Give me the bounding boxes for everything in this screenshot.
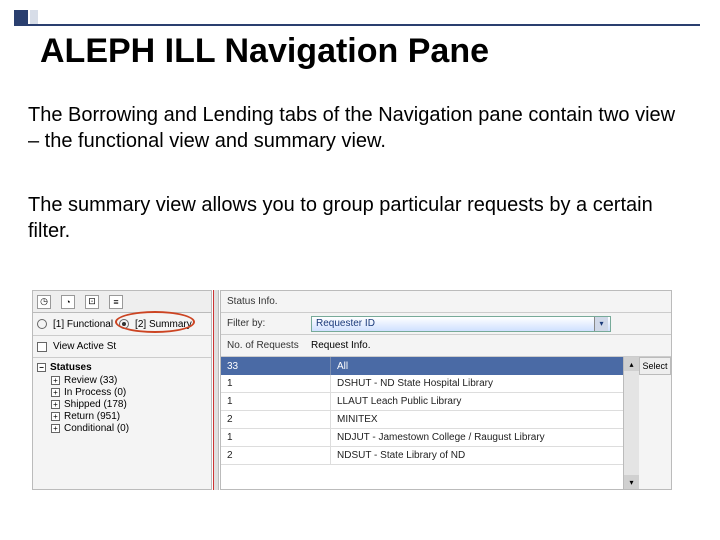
grid-header-a-outer: No. of Requests [221,340,311,351]
page-title: ALEPH ILL Navigation Pane [40,32,489,71]
scrollbar[interactable]: ▴ ▾ [623,357,639,489]
nav-icon-2[interactable]: ◔ [61,295,75,309]
results-grid: 33 All 1DSHUT - ND State Hospital Librar… [221,357,623,489]
cell-count: 2 [221,411,331,428]
tree-root-label: Statuses [50,362,92,373]
scroll-down-icon[interactable]: ▾ [624,475,639,489]
tree-item: + Conditional (0) [37,423,207,434]
tree-expand-icon[interactable]: + [51,424,60,433]
nav-icon-3[interactable]: ⊡ [85,295,99,309]
pane-divider[interactable] [213,290,219,490]
slide-rule [14,24,700,26]
cell-info: DSHUT - ND State Hospital Library [331,375,623,392]
cell-count: 1 [221,429,331,446]
tree-collapse-icon[interactable]: − [37,363,46,372]
tree-item-label[interactable]: Conditional (0) [64,423,129,434]
tree-expand-icon[interactable]: + [51,376,60,385]
view-mode-row: [1] Functional [2] Summary [33,313,211,335]
tree-item: + Return (951) [37,411,207,422]
cell-count: 2 [221,447,331,464]
radio-functional-label: [1] Functional [53,319,113,330]
radio-summary[interactable] [119,319,129,329]
cell-info: NDSUT - State Library of ND [331,447,623,464]
scroll-up-icon[interactable]: ▴ [624,357,639,371]
cell-count: 1 [221,375,331,392]
tree-item-label[interactable]: In Process (0) [64,387,126,398]
tree-item-label[interactable]: Return (951) [64,411,120,422]
filter-dropdown-value: Requester ID [316,318,375,329]
slide-accent-square [14,10,28,24]
table-row[interactable]: 1NDJUT - Jamestown College / Raugust Lib… [221,429,623,447]
view-active-row: View Active St [33,335,211,357]
tree-expand-icon[interactable]: + [51,400,60,409]
chevron-down-icon: ▾ [594,317,608,331]
radio-functional[interactable] [37,319,47,329]
grid-header-info: All [331,357,623,375]
filter-by-label: Filter by: [221,318,311,329]
status-tree: − Statuses +Review (33) +In Process (0) … [33,357,211,439]
nav-icon-strip: ◷ ◔ ⊡ ≡ [33,291,211,313]
view-active-label: View Active St [53,341,116,352]
cell-count: 1 [221,393,331,410]
table-row[interactable]: 1LLAUT Leach Public Library [221,393,623,411]
cell-info: MINITEX [331,411,623,428]
select-button[interactable]: Select [639,357,671,375]
tree-expand-icon[interactable]: + [51,412,60,421]
nav-pane: ◷ ◔ ⊡ ≡ [1] Functional [2] Summary View … [32,290,212,490]
table-row[interactable]: 1DSHUT - ND State Hospital Library [221,375,623,393]
tree-item: + In Process (0) [37,387,207,398]
grid-header-row: 33 All [221,357,623,375]
filter-dropdown[interactable]: Requester ID ▾ [311,316,611,332]
tree-item: + Shipped (178) [37,399,207,410]
cell-info: LLAUT Leach Public Library [331,393,623,410]
slide-accent-bar [30,10,38,24]
tree-item: + Review (33) [37,375,207,386]
intro-paragraph-2: The summary view allows you to group par… [28,192,690,244]
nav-icon-4[interactable]: ≡ [109,295,123,309]
table-row[interactable]: 2MINITEX [221,411,623,429]
tree-item-label[interactable]: Shipped (178) [64,399,127,410]
intro-paragraph-1: The Borrowing and Lending tabs of the Na… [28,102,690,154]
status-info-label: Status Info. [221,296,311,307]
tree-expand-icon[interactable]: + [51,388,60,397]
content-pane: Status Info. Filter by: Requester ID ▾ N… [220,290,672,490]
nav-icon-1[interactable]: ◷ [37,295,51,309]
table-row[interactable]: 2NDSUT - State Library of ND [221,447,623,465]
grid-header-b-outer: Request Info. [311,340,615,351]
view-active-checkbox[interactable] [37,342,47,352]
grid-header-count: 33 [221,357,331,375]
screenshot-region: ◷ ◔ ⊡ ≡ [1] Functional [2] Summary View … [32,290,672,490]
tree-item-label[interactable]: Review (33) [64,375,117,386]
radio-summary-label: [2] Summary [135,319,192,330]
cell-info: NDJUT - Jamestown College / Raugust Libr… [331,429,623,446]
